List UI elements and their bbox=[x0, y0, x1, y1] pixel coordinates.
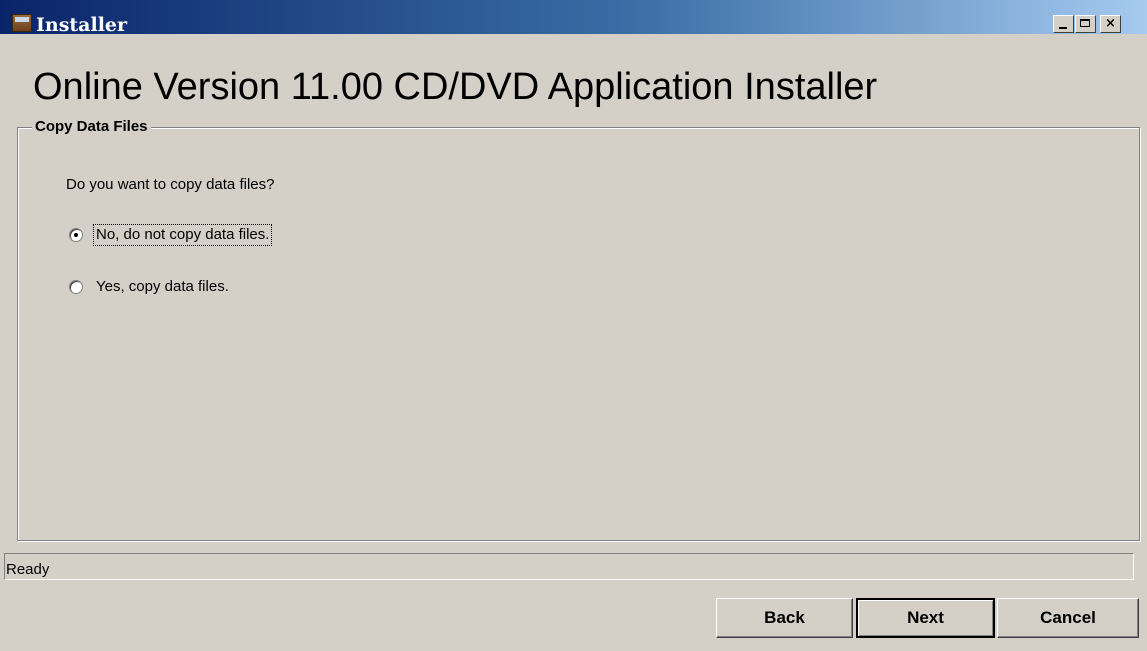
installer-window: Installer × Online Version 11.00 CD/DVD … bbox=[0, 0, 1147, 651]
radio-button-no-copy[interactable] bbox=[69, 228, 83, 242]
radio-option-yes-copy[interactable]: Yes, copy data files. bbox=[69, 276, 231, 298]
maximize-button[interactable] bbox=[1075, 15, 1096, 33]
status-bar bbox=[4, 553, 1134, 580]
back-button[interactable]: Back bbox=[716, 598, 853, 638]
radio-button-yes-copy[interactable] bbox=[69, 280, 83, 294]
copy-question-label: Do you want to copy data files? bbox=[66, 176, 275, 193]
title-bar[interactable]: Installer × bbox=[0, 0, 1147, 36]
status-text: Ready bbox=[6, 561, 50, 578]
cancel-button[interactable]: Cancel bbox=[997, 598, 1139, 638]
group-title: Copy Data Files bbox=[32, 118, 151, 135]
page-heading: Online Version 11.00 CD/DVD Application … bbox=[33, 66, 878, 108]
radio-label-no-copy[interactable]: No, do not copy data files. bbox=[92, 224, 273, 246]
radio-label-yes-copy[interactable]: Yes, copy data files. bbox=[94, 277, 231, 297]
installer-box-icon[interactable] bbox=[12, 14, 32, 32]
close-button[interactable]: × bbox=[1100, 15, 1121, 33]
window-title: Installer bbox=[36, 14, 128, 36]
radio-option-no-copy[interactable]: No, do not copy data files. bbox=[69, 224, 273, 246]
next-button[interactable]: Next bbox=[856, 598, 995, 638]
minimize-button[interactable] bbox=[1053, 15, 1074, 33]
